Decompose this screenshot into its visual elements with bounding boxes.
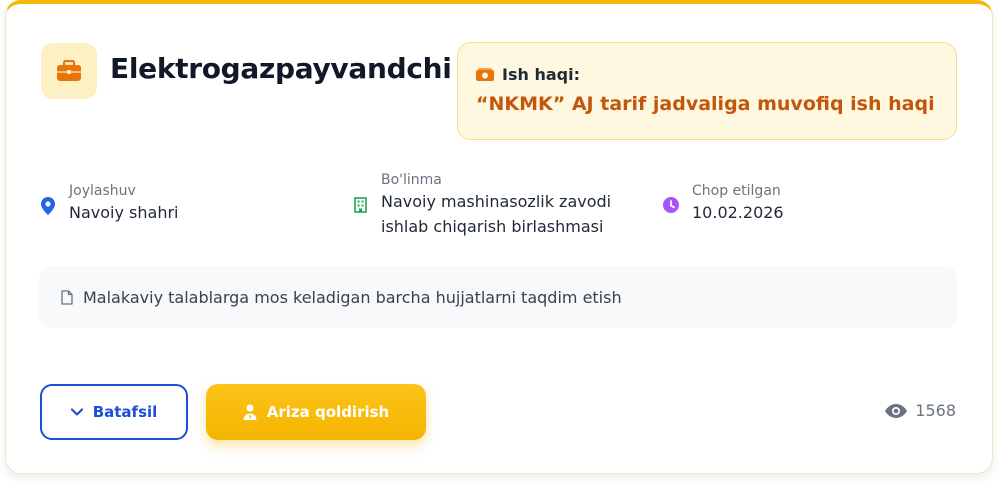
clock-icon [662, 197, 680, 213]
user-icon [243, 404, 257, 420]
job-title: Elektrogazpayvandchi [110, 52, 452, 85]
chevron-down-icon [70, 408, 83, 416]
eye-icon [885, 403, 908, 418]
requirements-note: Malakaviy talablarga mos keladigan barch… [39, 266, 957, 328]
salary-box: Ish haqi: “NKMK” AJ tarif jadvaliga muvo… [457, 42, 957, 140]
details-button-label: Batafsil [92, 403, 158, 421]
location-value: Navoiy shahri [69, 203, 179, 222]
apply-button-label: Ariza qoldirish [266, 403, 390, 421]
meta-published: Chop etilgan 10.02.2026 [662, 182, 784, 225]
salary-label: Ish haqi: [502, 65, 580, 84]
meta-division: Bo'linma Navoiy mashinasozlik zavodi ish… [351, 171, 611, 239]
meta-location: Joylashuv Navoiy shahri [39, 182, 178, 225]
note-text: Malakaviy talablarga mos keladigan barch… [83, 287, 622, 307]
view-count: 1568 [915, 401, 956, 420]
money-icon [476, 67, 494, 82]
job-card: Elektrogazpayvandchi Ish haqi: “NKMK” AJ… [5, 0, 993, 474]
published-value: 10.02.2026 [692, 203, 784, 222]
location-pin-icon [39, 197, 57, 215]
division-label: Bo'linma [381, 172, 442, 188]
apply-button[interactable]: Ariza qoldirish [206, 384, 426, 440]
division-value-line1: Navoiy mashinasozlik zavodi [381, 192, 612, 211]
view-counter: 1568 [885, 401, 956, 420]
location-label: Joylashuv [69, 183, 136, 199]
building-icon [351, 197, 369, 213]
document-icon [61, 289, 73, 305]
division-value-line2: ishlab chiqarish birlashmasi [381, 217, 604, 236]
briefcase-icon [41, 43, 97, 99]
salary-value: “NKMK” AJ tarif jadvaliga muvofiq ish ha… [476, 93, 935, 115]
details-button[interactable]: Batafsil [40, 384, 188, 440]
published-label: Chop etilgan [692, 183, 781, 199]
